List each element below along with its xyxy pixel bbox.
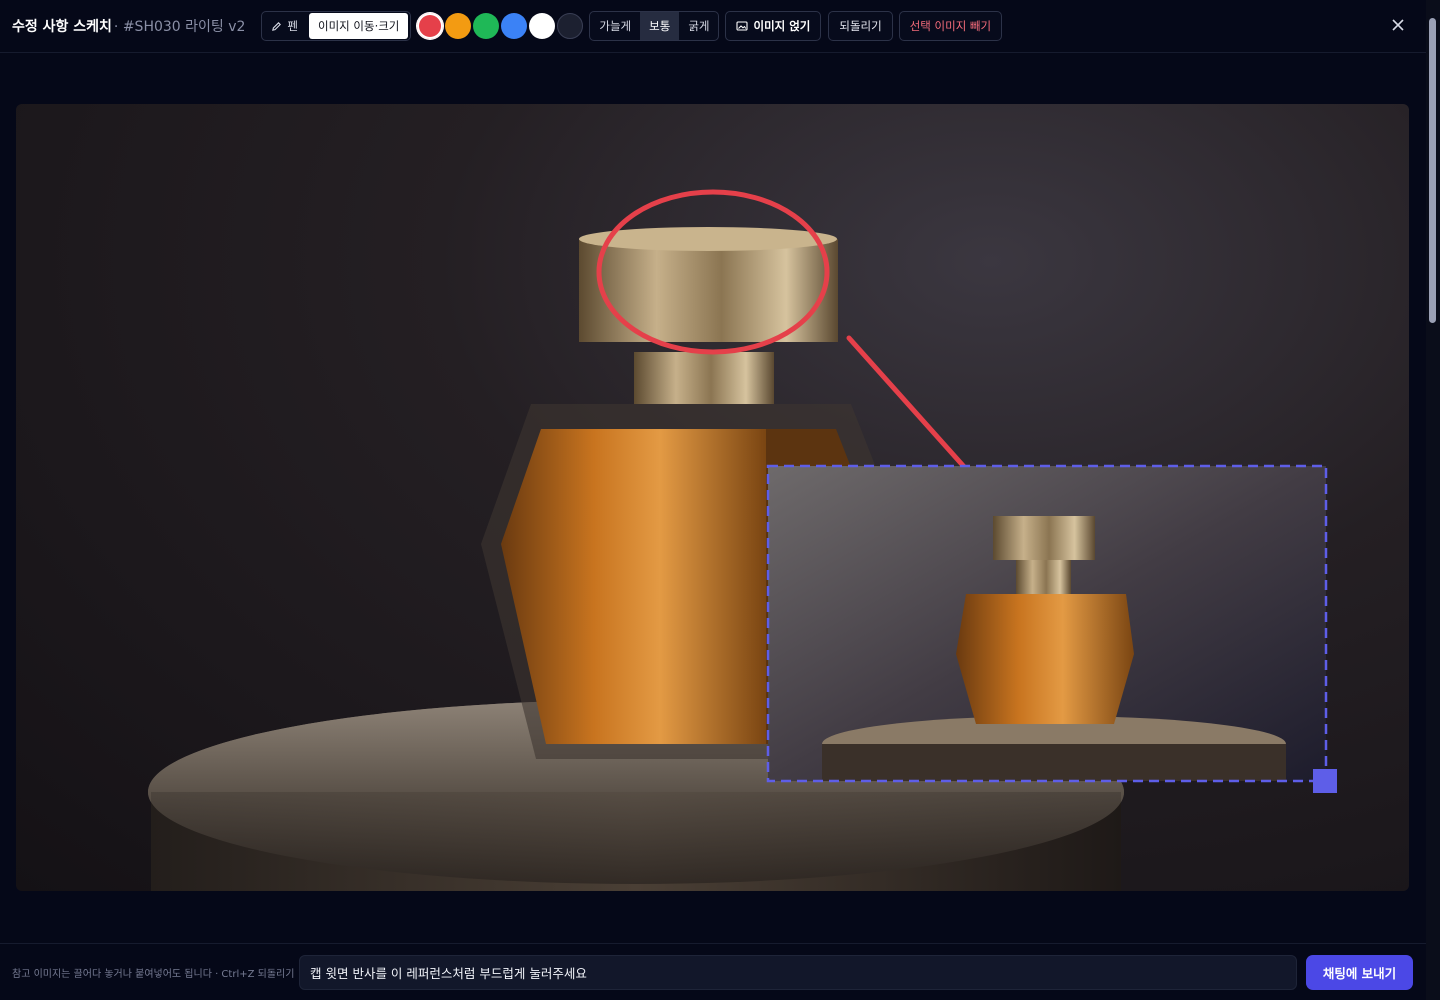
undo-button[interactable]: 되돌리기	[828, 11, 893, 41]
color-green-swatch[interactable]	[473, 13, 500, 39]
remove-selected-image-button[interactable]: 선택 이미지 빼기	[898, 11, 1003, 41]
insert-image-button[interactable]: 이미지 얹기	[725, 11, 822, 41]
stroke-width-toggle: 가늘게 보통 굵게	[589, 11, 720, 41]
stroke-thick-button[interactable]: 굵게	[679, 12, 718, 40]
scrollbar-thumb[interactable]	[1429, 18, 1436, 323]
pen-tool-label: 펜	[287, 19, 299, 33]
pen-tool-button[interactable]: 펜	[262, 12, 307, 40]
color-orange-swatch[interactable]	[445, 13, 472, 39]
close-icon[interactable]	[1390, 17, 1406, 33]
stroke-normal-button[interactable]: 보통	[640, 12, 680, 40]
message-bar: 참고 이미지는 끌어다 놓거나 붙여넣어도 됩니다 · Ctrl+Z 되돌리기 …	[0, 943, 1426, 1000]
move-resize-tool-button[interactable]: 이미지 이동·크기	[309, 13, 409, 39]
sketch-canvas-drawing	[148, 189, 1337, 891]
color-black-swatch[interactable]	[557, 13, 584, 39]
color-red-swatch[interactable]	[417, 13, 444, 39]
reference-image[interactable]	[768, 466, 1326, 781]
scrollbar[interactable]	[1426, 0, 1440, 1000]
send-to-chat-button[interactable]: 채팅에 보내기	[1306, 955, 1413, 990]
insert-image-label: 이미지 얹기	[753, 19, 811, 33]
color-palette	[417, 13, 585, 39]
color-blue-swatch[interactable]	[501, 13, 528, 39]
note-input[interactable]	[299, 955, 1297, 990]
pen-icon	[272, 21, 282, 31]
toolbar: 수정 사항 스케치 · #SH030 라이팅 v2 펜 이미지 이동·크기 가늘…	[0, 0, 1440, 53]
page-title: 수정 사항 스케치	[12, 19, 112, 35]
image-icon	[736, 21, 749, 31]
resize-handle[interactable]	[1313, 769, 1337, 793]
paste-hint: 참고 이미지는 끌어다 놓거나 붙여넣어도 됩니다 · Ctrl+Z 되돌리기	[12, 969, 295, 980]
color-white-swatch[interactable]	[529, 13, 556, 39]
stroke-thin-button[interactable]: 가늘게	[590, 12, 640, 40]
sketch-canvas[interactable]	[16, 104, 1409, 891]
tool-toggle: 펜 이미지 이동·크기	[261, 11, 412, 41]
sketch-id: · #SH030 라이팅 v2	[113, 19, 246, 35]
